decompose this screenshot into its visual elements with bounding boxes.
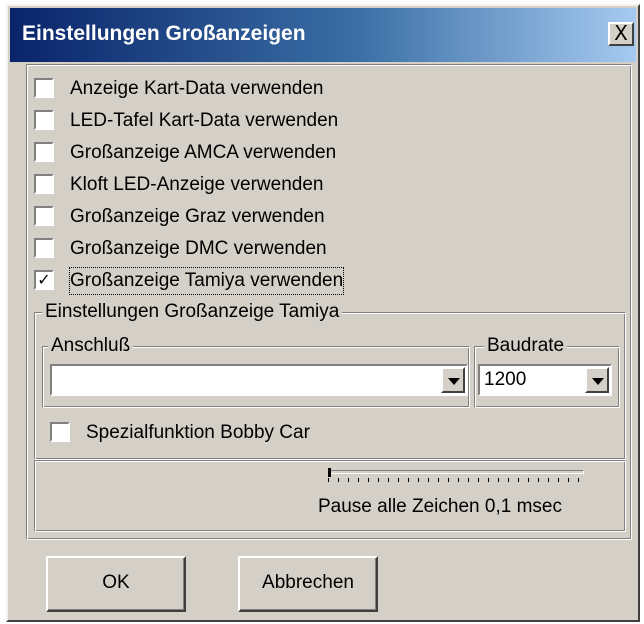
option-label: Großanzeige Tamiya verwenden (68, 267, 345, 295)
cancel-button[interactable]: Abbrechen (238, 556, 378, 612)
ok-button[interactable]: OK (46, 556, 186, 612)
chevron-down-icon (592, 378, 604, 385)
port-label: Anschluß (48, 335, 134, 357)
chevron-down-icon (448, 378, 460, 385)
option-label: Großanzeige Graz verwenden (70, 206, 325, 227)
option-label: Großanzeige DMC verwenden (70, 238, 327, 259)
option-label: Spezialfunktion Bobby Car (86, 422, 310, 443)
baud-select[interactable]: 1200 (478, 364, 612, 396)
checkbox-amca[interactable] (34, 142, 54, 162)
tamiya-group-title: Einstellungen Großanzeige Tamiya (42, 301, 343, 323)
close-button[interactable]: X (608, 22, 634, 46)
pause-slider-thumb[interactable] (328, 468, 331, 477)
checkbox-led-kart-data[interactable] (34, 110, 54, 130)
checkmark-icon: ✓ (37, 270, 51, 289)
baud-value: 1200 (484, 369, 527, 390)
title-bar: Einstellungen Großanzeigen X (10, 8, 636, 62)
pause-slider-track[interactable] (328, 470, 584, 474)
port-dropdown-button[interactable] (441, 367, 465, 393)
option-label: Anzeige Kart-Data verwenden (70, 78, 324, 99)
option-label: LED-Tafel Kart-Data verwenden (70, 110, 339, 131)
checkbox-bobby-car[interactable] (50, 422, 70, 442)
pause-label: Pause alle Zeichen 0,1 msec (318, 496, 562, 517)
checkbox-dmc[interactable] (34, 238, 54, 258)
option-label: Kloft LED-Anzeige verwenden (70, 174, 324, 195)
baud-dropdown-button[interactable] (585, 367, 609, 393)
window-title: Einstellungen Großanzeigen (22, 22, 306, 45)
port-select[interactable] (50, 364, 468, 396)
checkbox-graz[interactable] (34, 206, 54, 226)
pause-slider-ticks (328, 478, 584, 482)
baud-label: Baudrate (484, 335, 568, 357)
checkbox-kart-data[interactable] (34, 78, 54, 98)
checkbox-tamiya[interactable]: ✓ (34, 270, 54, 290)
checkbox-kloft[interactable] (34, 174, 54, 194)
option-label: Großanzeige AMCA verwenden (70, 142, 337, 163)
